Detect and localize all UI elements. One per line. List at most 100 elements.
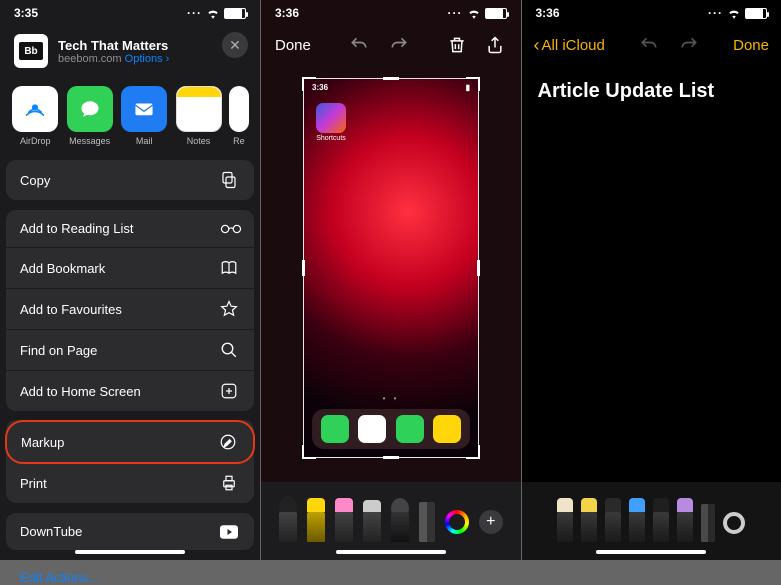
action-copy[interactable]: Copy	[6, 160, 254, 200]
action-downtube[interactable]: DownTube	[6, 513, 254, 550]
reminders-icon	[229, 86, 249, 132]
markup-tooltray: +	[261, 482, 521, 560]
add-button[interactable]: +	[479, 510, 503, 534]
done-button[interactable]: Done	[733, 37, 769, 54]
battery-icon	[224, 8, 246, 19]
shortcuts-icon	[316, 103, 346, 133]
status-bar: 3:36	[522, 0, 781, 24]
cellular-icon	[708, 6, 723, 20]
delete-button[interactable]	[446, 34, 468, 56]
status-right	[187, 6, 246, 20]
tool-pen[interactable]	[279, 496, 297, 542]
share-mail[interactable]: Mail	[117, 86, 171, 146]
shortcuts-app: Shortcuts	[316, 103, 346, 142]
mail-icon	[121, 86, 167, 132]
crop-frame[interactable]: 3:36▮ Shortcuts • •	[303, 78, 479, 458]
tool-lasso[interactable]	[677, 498, 693, 542]
status-time: 3:36	[536, 6, 560, 20]
tool-lasso[interactable]	[391, 498, 409, 542]
color-picker[interactable]	[445, 510, 469, 534]
notes-topbar: ‹ All iCloud Done	[522, 24, 781, 62]
airdrop-icon	[12, 86, 58, 132]
action-print[interactable]: Print	[6, 463, 254, 503]
messages-icon	[67, 86, 113, 132]
close-button[interactable]: ✕	[222, 32, 248, 58]
home-indicator[interactable]	[75, 550, 185, 554]
battery-icon	[745, 8, 767, 19]
undo-button[interactable]	[638, 34, 660, 56]
wifi-icon	[467, 8, 481, 19]
back-button[interactable]: ‹ All iCloud	[534, 35, 605, 56]
copy-icon	[220, 171, 240, 189]
home-indicator[interactable]	[596, 550, 706, 554]
status-time: 3:36	[275, 6, 299, 20]
action-markup[interactable]: Markup	[5, 420, 255, 464]
screen-share-sheet: 3:35 Bb Tech That Matters beebom.com Opt…	[0, 0, 260, 560]
action-bookmark[interactable]: Add Bookmark	[6, 248, 254, 289]
tool-marker[interactable]	[581, 498, 597, 542]
share-header: Bb Tech That Matters beebom.com Options …	[6, 24, 254, 82]
share-options-link[interactable]: Options ›	[125, 53, 170, 65]
notes-tooltray	[522, 482, 781, 560]
status-bar: 3:35	[0, 0, 260, 24]
color-picker[interactable]	[723, 512, 745, 534]
page-thumbnail: Bb	[14, 34, 48, 68]
screenshot-preview: 3:36▮ Shortcuts • •	[304, 79, 478, 457]
markup-icon	[219, 433, 239, 451]
dock	[312, 409, 470, 449]
tool-pen[interactable]	[557, 498, 573, 542]
tool-pencil[interactable]	[335, 498, 353, 542]
share-messages[interactable]: Messages	[62, 86, 116, 146]
cellular-icon	[448, 6, 463, 20]
add-homescreen-icon	[220, 382, 240, 400]
wifi-icon	[727, 8, 741, 19]
share-notes[interactable]: Notes	[171, 86, 225, 146]
action-home-screen[interactable]: Add to Home Screen	[6, 371, 254, 411]
status-time: 3:35	[14, 6, 38, 20]
tool-highlighter[interactable]	[629, 498, 645, 542]
action-reading-list[interactable]: Add to Reading List	[6, 210, 254, 248]
screen-markup-editor: 3:36 Done 3:36▮ Shortcuts • •	[261, 0, 521, 560]
share-button[interactable]	[484, 34, 506, 56]
markup-topbar: Done	[261, 24, 521, 62]
redo-button[interactable]	[388, 34, 410, 56]
wifi-icon	[206, 8, 220, 19]
action-find[interactable]: Find on Page	[6, 330, 254, 371]
share-apps-row: AirDrop Messages Mail Notes Re	[6, 82, 254, 152]
note-title[interactable]: Article Update List	[522, 62, 781, 121]
share-reminders[interactable]: Re	[226, 86, 252, 146]
star-icon	[220, 300, 240, 318]
chevron-left-icon: ‹	[534, 35, 540, 56]
status-bar: 3:36	[261, 0, 521, 24]
tool-eraser[interactable]	[653, 498, 669, 542]
search-icon	[220, 341, 240, 359]
safari-icon	[358, 415, 386, 443]
share-title: Tech That Matters	[58, 38, 169, 53]
status-right	[708, 6, 767, 20]
done-button[interactable]: Done	[275, 37, 311, 54]
messages-icon	[396, 415, 424, 443]
redo-button[interactable]	[678, 34, 700, 56]
tool-ruler[interactable]	[419, 502, 435, 542]
share-subtitle: beebom.com Options ›	[58, 53, 169, 65]
tool-highlighter[interactable]	[307, 498, 325, 542]
glasses-icon	[220, 223, 240, 235]
downtube-icon	[220, 525, 240, 539]
edit-actions-link[interactable]: Edit Actions...	[6, 560, 254, 585]
print-icon	[220, 474, 240, 492]
notes-icon	[176, 86, 222, 132]
notes-icon	[433, 415, 461, 443]
status-right	[448, 6, 507, 20]
book-icon	[220, 259, 240, 277]
undo-button[interactable]	[348, 34, 370, 56]
tool-pencil[interactable]	[605, 498, 621, 542]
cellular-icon	[187, 6, 202, 20]
action-favourites[interactable]: Add to Favourites	[6, 289, 254, 330]
home-indicator[interactable]	[336, 550, 446, 554]
phone-icon	[321, 415, 349, 443]
screen-notes-editor: 3:36 ‹ All iCloud Done Article Update Li…	[522, 0, 781, 560]
tool-ruler[interactable]	[701, 504, 715, 542]
tool-eraser[interactable]	[363, 500, 381, 542]
battery-icon	[485, 8, 507, 19]
share-airdrop[interactable]: AirDrop	[8, 86, 62, 146]
